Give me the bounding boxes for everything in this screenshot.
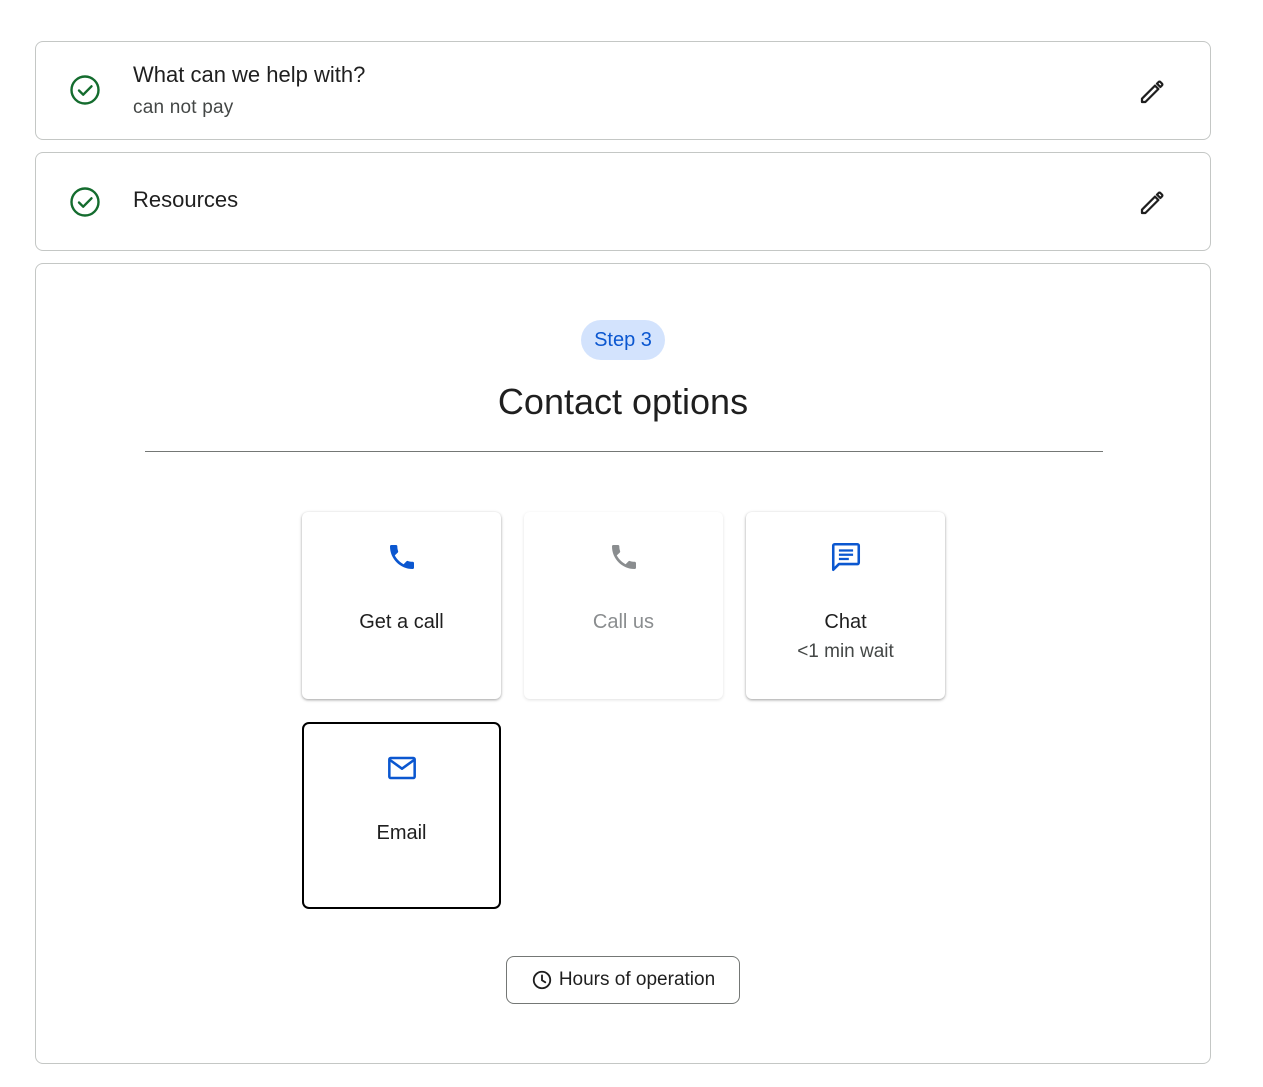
step-title: Resources <box>133 187 239 212</box>
edit-pencil-icon[interactable] <box>1134 185 1170 221</box>
option-email[interactable]: Email <box>302 722 501 909</box>
hours-of-operation-button[interactable]: Hours of operation <box>506 956 740 1004</box>
check-circle-icon <box>69 186 101 218</box>
section-title: Contact options <box>497 381 749 422</box>
step-what-can-we-help: What can we help with? can not pay <box>35 41 1211 140</box>
step-contact-options: Step 3 Contact options Get a call Call u… <box>35 263 1211 1064</box>
option-label: Call us <box>592 611 655 633</box>
option-label: Email <box>376 822 427 844</box>
clock-icon <box>531 969 553 991</box>
option-call-us: Call us <box>524 512 723 699</box>
step-title: What can we help with? <box>133 62 366 87</box>
hours-label: Hours of operation <box>558 969 716 990</box>
step-chip: Step 3 <box>581 320 665 360</box>
divider <box>145 451 1103 452</box>
step-answer: can not pay <box>133 97 234 118</box>
edit-pencil-icon[interactable] <box>1134 74 1170 110</box>
check-circle-icon <box>69 74 101 106</box>
phone-icon <box>608 541 640 578</box>
mail-icon <box>386 752 418 789</box>
option-wait-time: <1 min wait <box>797 641 894 662</box>
option-get-a-call[interactable]: Get a call <box>302 512 501 699</box>
option-chat[interactable]: Chat <1 min wait <box>746 512 945 699</box>
step-resources: Resources <box>35 152 1211 251</box>
phone-icon <box>386 541 418 578</box>
option-label: Chat <box>824 611 867 633</box>
chat-icon <box>829 540 863 579</box>
option-label: Get a call <box>359 611 444 633</box>
